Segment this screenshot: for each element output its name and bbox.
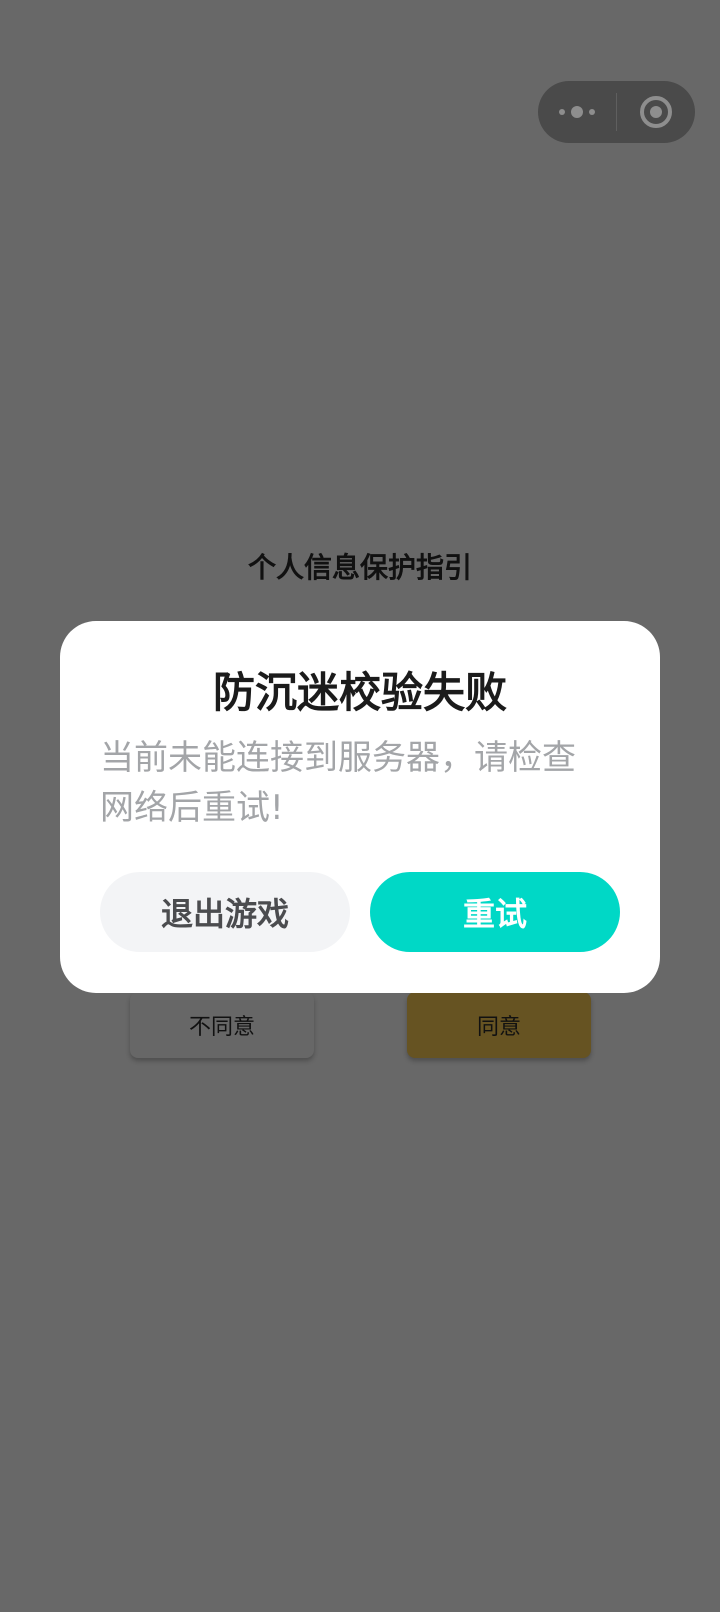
dialog-message: 当前未能连接到服务器，请检查网络后重试! xyxy=(100,738,576,828)
disagree-button[interactable]: 不同意 xyxy=(130,992,314,1058)
exit-game-button[interactable]: 退出游戏 xyxy=(100,872,350,952)
retry-button[interactable]: 重试 xyxy=(370,872,620,952)
anti-addiction-error-dialog: 防沉迷校验失败 当前未能连接到服务器，请检查网络后重试! 退出游戏 重试 xyxy=(60,621,660,993)
dialog-title: 防沉迷校验失败 xyxy=(212,668,507,717)
miniprogram-capsule xyxy=(538,81,695,143)
agree-button[interactable]: 同意 xyxy=(407,992,591,1058)
capsule-close-button[interactable] xyxy=(617,81,695,143)
privacy-guide-title: 个人信息保护指引 xyxy=(247,551,472,584)
close-circle-icon xyxy=(640,96,672,128)
capsule-more-button[interactable] xyxy=(538,81,616,143)
more-dots-icon xyxy=(559,106,595,118)
